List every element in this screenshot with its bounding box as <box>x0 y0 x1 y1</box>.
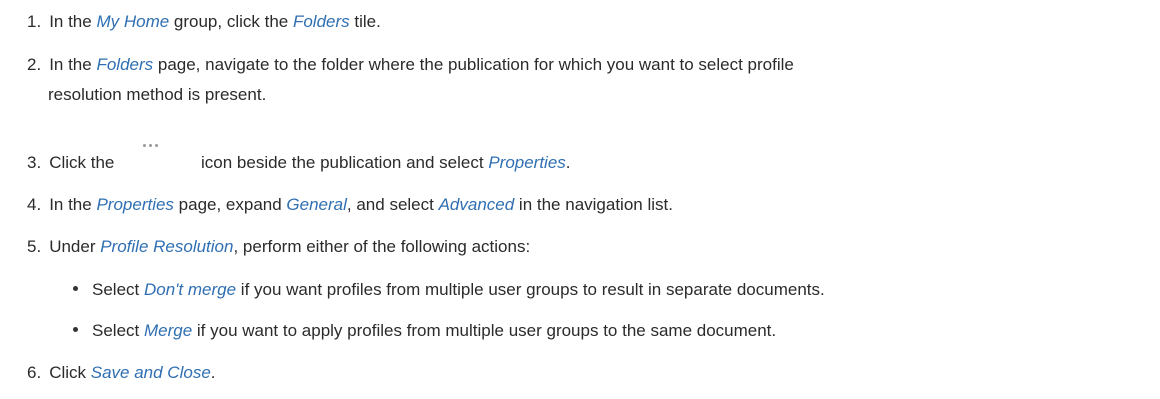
step-4: 4. In the Properties page, expand General… <box>27 194 673 216</box>
step-text: In the <box>49 195 97 214</box>
step-number: 5. <box>27 237 42 256</box>
general-link: General <box>286 195 347 214</box>
step-number: 4. <box>27 195 42 214</box>
bullet-item: Select Merge if you want to apply profil… <box>92 320 776 342</box>
step-6: 6. Click Save and Close. <box>27 362 216 384</box>
step-text: icon beside the publication and select <box>201 153 489 172</box>
step-text: . <box>565 153 571 172</box>
step-text: , perform either of the following action… <box>233 237 531 256</box>
bullet-text: Select <box>92 280 144 299</box>
step-number: 6. <box>27 363 42 382</box>
advanced-link: Advanced <box>438 195 515 214</box>
step-5: 5. Under Profile Resolution, perform eith… <box>27 236 530 258</box>
step-text: group, click the <box>169 12 293 31</box>
step-1: 1. In the My Home group, click the Folder… <box>27 11 381 33</box>
folders-link: Folders <box>292 12 350 31</box>
save-and-close-link: Save and Close <box>90 363 211 382</box>
procedure-document: 1. In the My Home group, click the Folder… <box>0 0 1160 399</box>
my-home-link: My Home <box>96 12 170 31</box>
properties-link: Properties <box>488 153 566 172</box>
step-text: In the <box>49 12 97 31</box>
step-text: resolution method is present. <box>48 85 267 104</box>
step-text: Under <box>49 237 101 256</box>
bullet-text: if you want to apply profiles from multi… <box>192 321 777 340</box>
more-dots-icon <box>143 141 165 149</box>
step-text: Click <box>49 363 91 382</box>
step-2: 2. In the Folders page, navigate to the f… <box>27 54 794 76</box>
step-text: page, expand <box>173 195 287 214</box>
step-text: Click the <box>49 153 115 172</box>
step-text: in the navigation list. <box>514 195 673 214</box>
step-number: 2. <box>27 55 42 74</box>
bullet-icon <box>73 327 78 332</box>
step-text: , and select <box>346 195 439 214</box>
step-text: In the <box>49 55 97 74</box>
bullet-item: Select Don't merge if you want profiles … <box>92 279 825 301</box>
bullet-text: Select <box>92 321 144 340</box>
merge-link: Merge <box>143 321 193 340</box>
step-number: 3. <box>27 153 42 172</box>
step-2-continuation: resolution method is present. <box>48 84 266 106</box>
step-3: 3. Click the <box>27 152 114 174</box>
step-text: tile. <box>349 12 381 31</box>
folders-link: Folders <box>96 55 154 74</box>
profile-resolution-link: Profile Resolution <box>100 237 234 256</box>
properties-link: Properties <box>96 195 174 214</box>
bullet-icon <box>73 286 78 291</box>
bullet-text: if you want profiles from multiple user … <box>236 280 825 299</box>
step-number: 1. <box>27 12 42 31</box>
step-3-rest: icon beside the publication and select P… <box>201 152 571 174</box>
dont-merge-link: Don't merge <box>143 280 237 299</box>
step-text: . <box>210 363 216 382</box>
step-text: page, navigate to the folder where the p… <box>153 55 794 74</box>
